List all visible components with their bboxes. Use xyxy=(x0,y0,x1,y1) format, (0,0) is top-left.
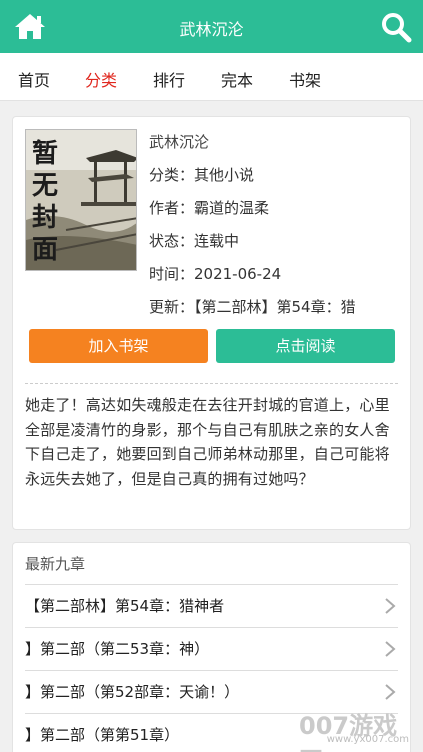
read-button[interactable]: 点击阅读 xyxy=(216,329,395,363)
watermark-url: www.yx007.com xyxy=(326,734,409,745)
nav-item-finished[interactable]: 完本 xyxy=(221,67,253,91)
svg-text:面: 面 xyxy=(32,235,58,265)
nav-bar: 首页 分类 排行 完本 书架 xyxy=(0,53,423,101)
nav-item-ranking[interactable]: 排行 xyxy=(153,67,185,91)
book-status: 状态：连载中 xyxy=(149,232,240,250)
book-title: 武林沉沦 xyxy=(149,133,210,151)
book-cover[interactable]: 暂 无 封 面 xyxy=(25,129,137,271)
book-author: 作者：霸道的温柔 xyxy=(149,199,270,217)
watermark: 007游戏网 www.yx007.com xyxy=(299,706,419,752)
chapters-heading: 最新九章 xyxy=(25,555,86,573)
chapter-label: 】第二部（第第51章） xyxy=(25,726,180,744)
cover-image: 暂 无 封 面 xyxy=(26,130,136,270)
book-description: 她走了！高达如失魂般走在去往开封城的官道上，心里全部是凌清竹的身影，那个与自己有… xyxy=(25,396,390,488)
svg-text:暂: 暂 xyxy=(32,138,58,169)
svg-text:无: 无 xyxy=(32,171,58,201)
book-category: 分类：其他小说 xyxy=(149,166,255,184)
page-title: 武林沉沦 xyxy=(179,20,244,39)
book-update-time: 时间：2021-06-24 xyxy=(149,265,282,283)
watermark-text: 007游戏网 xyxy=(299,712,398,752)
svg-text:封: 封 xyxy=(32,203,58,233)
search-button[interactable] xyxy=(379,10,413,44)
chevron-right-icon xyxy=(385,684,396,700)
search-icon xyxy=(382,13,412,43)
book-latest-update[interactable]: 更新：【第二部林】第54章：猎 xyxy=(149,296,399,317)
add-to-shelf-button[interactable]: 加入书架 xyxy=(29,329,208,363)
chevron-right-icon xyxy=(385,598,396,614)
chevron-right-icon xyxy=(385,641,396,657)
chapter-item[interactable]: 【第二部林】第54章：猎神者 xyxy=(25,585,398,627)
chapter-label: 】第二部（第52部章：天谕！） xyxy=(25,683,240,701)
chapter-label: 【第二部林】第54章：猎神者 xyxy=(25,597,225,615)
book-info-card: 暂 无 封 面 武林沉沦 分类：其他小说 作者：霸道的温柔 状态：连载中 时间：… xyxy=(12,116,411,530)
nav-item-bookshelf[interactable]: 书架 xyxy=(289,67,321,91)
chapter-item[interactable]: 】第二部（第二53章：神） xyxy=(25,628,398,670)
top-bar: 武林沉沦 xyxy=(0,0,423,53)
chapter-label: 】第二部（第二53章：神） xyxy=(25,640,210,658)
nav-item-category[interactable]: 分类 xyxy=(85,67,117,91)
divider xyxy=(25,383,398,384)
nav-item-home[interactable]: 首页 xyxy=(18,67,50,91)
